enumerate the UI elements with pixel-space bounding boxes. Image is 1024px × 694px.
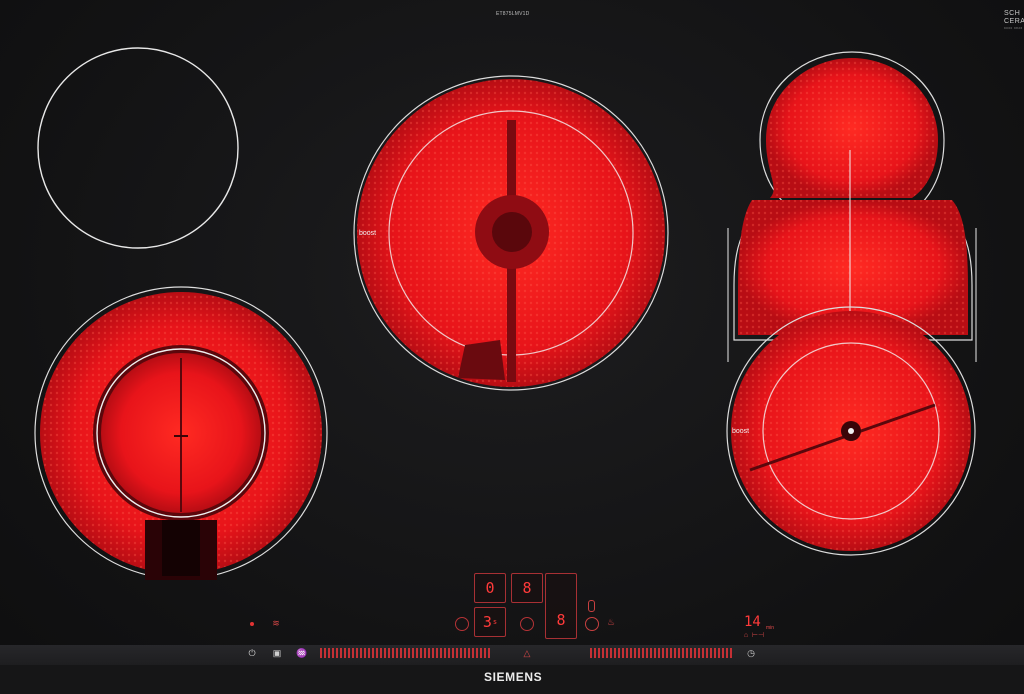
timer-display[interactable]: 14 — [744, 614, 761, 630]
wifi-icon[interactable]: ≋ — [270, 618, 282, 628]
brand-logo: SIEMENS — [484, 670, 543, 684]
zone-indicator-icon — [588, 600, 595, 612]
timer-alarm-icon[interactable]: ⌂ — [742, 631, 750, 639]
child-lock-icon[interactable]: ▣ — [271, 647, 283, 659]
boost-label-right: boost — [732, 428, 750, 435]
clock-icon[interactable]: ◷ — [745, 647, 757, 659]
power-slider-right[interactable] — [590, 648, 732, 658]
display-zone-left-bottom[interactable]: 3s — [474, 607, 506, 637]
power-icon[interactable]: ⏻ — [246, 647, 258, 659]
touch-slider-strip — [0, 645, 1024, 665]
zone-center[interactable] — [353, 75, 669, 391]
display-zone-tall[interactable]: 8 — [545, 573, 577, 639]
display-digit: 8 — [556, 611, 566, 629]
display-zone-left-top[interactable]: 0 — [474, 573, 506, 603]
boost-label-center: boost — [359, 230, 377, 237]
display-digit: 8 — [522, 579, 532, 597]
display-digit: 0 — [485, 579, 495, 597]
keep-warm-icon[interactable] — [585, 617, 599, 631]
frying-sensor-icon[interactable]: ♨ — [604, 615, 618, 629]
wipe-protection-icon[interactable]: ♒ — [296, 647, 308, 659]
zone-right-round[interactable] — [726, 306, 976, 556]
energy-icon[interactable]: △ — [521, 647, 533, 659]
display-suffix: s — [492, 618, 498, 626]
power-slider-left[interactable] — [320, 648, 490, 658]
zone-top-left[interactable] — [37, 47, 239, 249]
minus-button[interactable] — [455, 617, 469, 631]
timer-unit: min — [766, 625, 775, 631]
plus-button[interactable] — [520, 617, 534, 631]
status-dot — [250, 622, 254, 626]
timer-range-icon[interactable]: ⊢⊣ — [752, 631, 764, 639]
display-zone-right-top[interactable]: 8 — [511, 573, 543, 603]
zone-bottom-left[interactable] — [34, 286, 328, 580]
display-digit: 3 — [482, 613, 492, 631]
